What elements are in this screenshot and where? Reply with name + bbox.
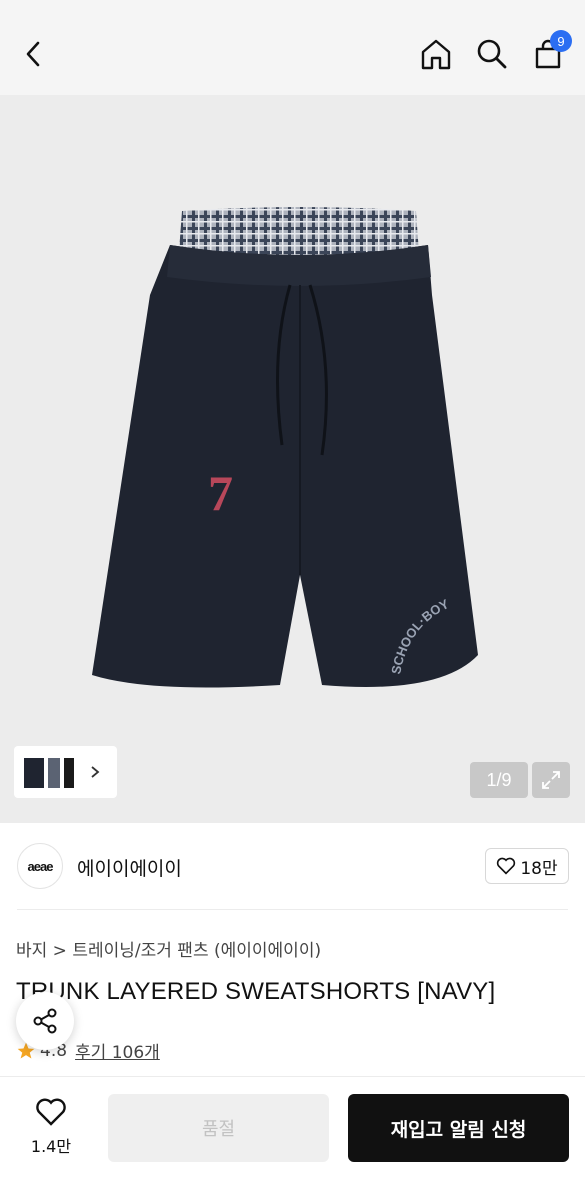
search-button[interactable] xyxy=(470,32,514,76)
restock-alert-button[interactable]: 재입고 알림 신청 xyxy=(348,1094,569,1162)
brand-like-count: 18만 xyxy=(520,858,558,879)
home-icon xyxy=(421,39,451,70)
heart-icon xyxy=(36,1098,66,1126)
color-thumbnails xyxy=(24,758,74,788)
brand-logo-text: aeae xyxy=(27,858,54,874)
soldout-button: 품절 xyxy=(108,1094,329,1162)
cart-count-badge: 9 xyxy=(550,30,572,52)
search-icon xyxy=(477,39,507,69)
image-counter: 1/9 xyxy=(470,762,528,798)
reviews-link[interactable]: 후기 106개 xyxy=(75,1038,160,1063)
brand-logo[interactable]: aeae xyxy=(17,843,63,889)
cart-button[interactable]: 9 xyxy=(526,30,572,76)
brand-name[interactable]: 에이이에이이 xyxy=(77,854,182,881)
top-navigation-bar: 9 xyxy=(0,0,585,95)
thumbnail-strip[interactable] xyxy=(14,746,117,798)
share-icon xyxy=(33,1008,57,1034)
breadcrumb[interactable]: 바지 > 트레이닝/조거 팬츠 (에이이에이이) xyxy=(16,936,321,961)
svg-text:7: 7 xyxy=(208,465,233,521)
product-image[interactable]: 7 SCHOOL·BOY xyxy=(0,95,585,823)
chevron-left-icon xyxy=(26,41,40,67)
wishlist-count: 1.4만 xyxy=(30,1137,72,1156)
expand-icon xyxy=(542,771,560,789)
brand-row: aeae 에이이에이이 18만 xyxy=(0,823,585,909)
back-button[interactable] xyxy=(12,32,56,76)
sweatshorts-photo: 7 SCHOOL·BOY xyxy=(92,207,478,688)
home-button[interactable] xyxy=(414,32,458,76)
expand-button[interactable] xyxy=(532,762,570,798)
chevron-right-icon xyxy=(91,766,100,778)
wishlist-button[interactable]: 1.4만 xyxy=(20,1097,82,1167)
brand-like-button[interactable]: 18만 xyxy=(485,848,569,884)
heart-icon xyxy=(497,857,516,875)
bottom-action-bar: 1.4만 품절 재입고 알림 신청 xyxy=(0,1076,585,1200)
share-button[interactable] xyxy=(16,992,74,1050)
divider xyxy=(17,909,568,910)
product-title: TRUNK LAYERED SWEATSHORTS [NAVY] xyxy=(16,978,496,1005)
